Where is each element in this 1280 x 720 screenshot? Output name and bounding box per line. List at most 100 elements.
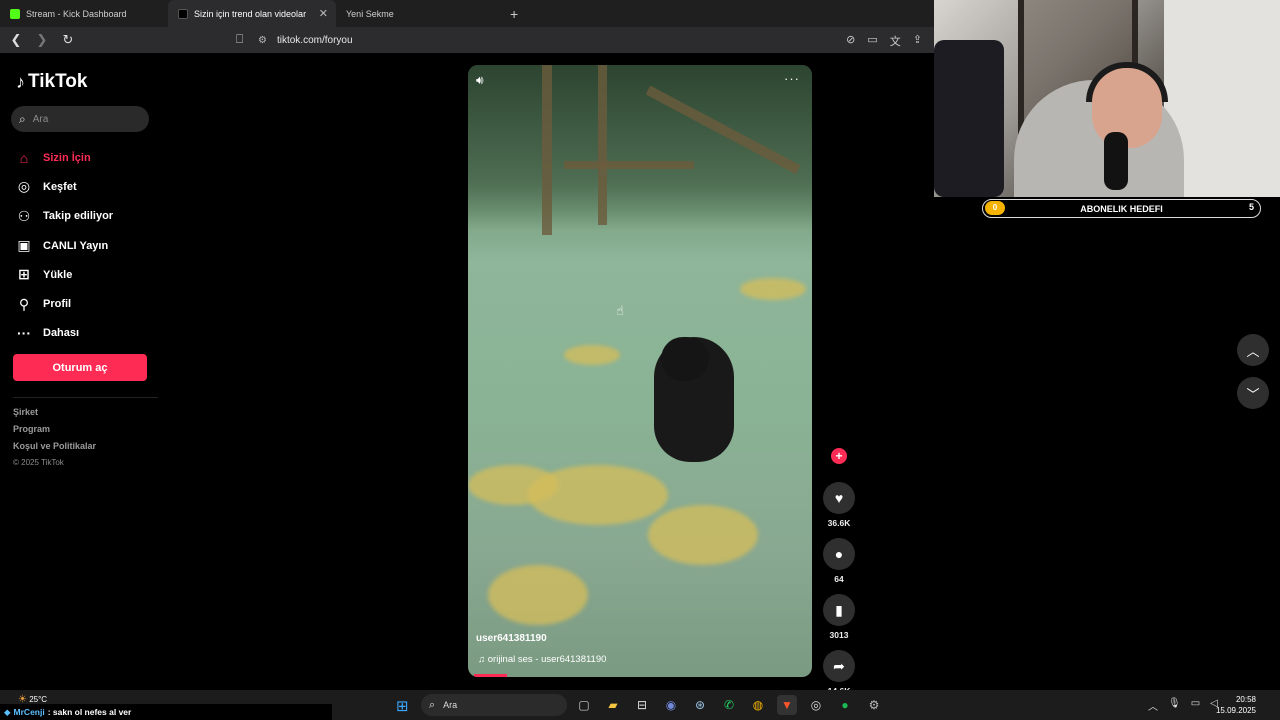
microphone-icon[interactable]: 🎙︎: [1168, 698, 1181, 713]
network-icon[interactable]: ▭: [1191, 698, 1200, 713]
forward-icon[interactable]: ❯: [32, 32, 52, 48]
sidebar-item-label: Keşfet: [43, 180, 77, 193]
share-icon[interactable]: ➦: [823, 650, 855, 682]
sidebar-item-label: Dahası: [43, 327, 80, 340]
spotify-icon[interactable]: ●: [835, 695, 855, 715]
search-input[interactable]: ⌕ Ara: [11, 106, 149, 132]
brave-icon[interactable]: ▼: [777, 695, 797, 715]
bookmark-icon[interactable]: ▮: [823, 594, 855, 626]
following-icon: ⚇: [17, 207, 31, 224]
discord-icon[interactable]: ◉: [661, 695, 681, 715]
url-field[interactable]: ⚙ tiktok.com/foryou: [258, 31, 353, 49]
subscription-goal-bar: 0 ABONELIK HEDEFI 5: [982, 199, 1261, 218]
webcam-overlay: [934, 0, 1280, 197]
webcam-scene: [934, 40, 1004, 197]
video-player[interactable]: 🔊︎ ··· user641381190 ♫ orijinal ses - us…: [468, 65, 812, 677]
new-tab-button[interactable]: +: [510, 6, 518, 22]
steam-icon[interactable]: ⊛: [690, 695, 710, 715]
site-info-icon[interactable]: ⚙: [258, 35, 267, 46]
taskbar-search[interactable]: ⌕ Ara: [421, 694, 567, 716]
tab-label: Yeni Sekme: [346, 8, 394, 19]
back-icon[interactable]: ❮: [6, 32, 26, 48]
tab-label: Stream - Kick Dashboard: [26, 8, 127, 19]
next-video-button[interactable]: ﹀: [1237, 377, 1269, 409]
tab-new-tab[interactable]: Yeni Sekme: [336, 0, 504, 27]
sidebar-item-more[interactable]: ··· Dahası: [15, 319, 113, 348]
hand-cursor-icon: ☝: [616, 303, 624, 318]
tiktok-logo[interactable]: ♪ TikTok: [16, 71, 87, 93]
share-icon[interactable]: ⇪: [913, 33, 922, 49]
sidebar-item-explore[interactable]: ◎ Keşfet: [15, 172, 113, 201]
chat-message: : sakn ol nefes al ver: [47, 707, 132, 717]
sidebar-item-for-you[interactable]: ⌂ Sizin İçin: [15, 143, 113, 172]
previous-video-button[interactable]: ︿: [1237, 334, 1269, 366]
comment-icon[interactable]: ●: [823, 538, 855, 570]
video-scene: [598, 65, 607, 225]
store-icon[interactable]: ⊟: [632, 695, 652, 715]
like-action: ♥ 36.6K: [822, 482, 856, 528]
microphone-icon: [1104, 132, 1128, 190]
clock-date: 15.09.2025: [1215, 706, 1256, 715]
sidebar-item-profile[interactable]: ⚲ Profil: [15, 289, 113, 318]
whatsapp-icon[interactable]: ✆: [719, 695, 739, 715]
reload-icon[interactable]: ↻: [58, 32, 78, 48]
volume-icon[interactable]: 🔊︎: [476, 73, 484, 88]
save-action: ▮ 3013: [822, 594, 856, 640]
url-text: tiktok.com/foryou: [276, 34, 353, 46]
screen: Stream - Kick Dashboard Sizin için trend…: [0, 0, 1280, 720]
sidebar-item-upload[interactable]: ⊞ Yükle: [15, 260, 113, 289]
search-placeholder: Ara: [32, 113, 49, 125]
video-scene: [648, 505, 758, 565]
tab-kick-dashboard[interactable]: Stream - Kick Dashboard: [0, 0, 168, 27]
windows-start-icon[interactable]: ⊞: [396, 697, 409, 715]
taskbar-clock[interactable]: 20:58 15.09.2025: [1216, 694, 1256, 716]
sidebar-item-following[interactable]: ⚇ Takip ediliyor: [15, 202, 113, 231]
video-scene: [488, 565, 588, 625]
tiktok-favicon-icon: [178, 8, 188, 19]
search-icon: ⌕: [429, 698, 436, 711]
video-username[interactable]: user641381190: [476, 633, 547, 644]
chevron-up-icon: ︿: [1246, 343, 1260, 359]
close-tab-icon[interactable]: ✕: [319, 7, 328, 20]
footer-link-program[interactable]: Program: [13, 424, 96, 434]
cast-icon[interactable]: ▭: [867, 33, 877, 49]
tiktok-logo-icon: ♪: [16, 71, 25, 92]
heart-icon[interactable]: ♥: [823, 482, 855, 514]
obs-icon[interactable]: ◎: [806, 695, 826, 715]
chat-username: MrCenji: [13, 707, 45, 717]
upload-icon: ⊞: [18, 266, 30, 283]
chrome-icon[interactable]: ◍: [748, 695, 768, 715]
video-scene: [740, 278, 806, 300]
translate-icon[interactable]: 文: [890, 33, 901, 49]
task-view-icon[interactable]: ▢: [574, 695, 594, 715]
video-progress-bar[interactable]: [474, 674, 507, 677]
settings-icon[interactable]: ⚙: [864, 695, 884, 715]
sidebar-item-live[interactable]: ▣ CANLI Yayın: [15, 231, 113, 260]
bookmark-icon[interactable]: ⎕: [236, 32, 243, 47]
windows-taskbar: ☀ 25°C ◆ MrCenji : sakn ol nefes al ver …: [0, 690, 1280, 720]
tab-tiktok[interactable]: Sizin için trend olan videolar ✕: [168, 0, 336, 27]
logo-text: TikTok: [28, 71, 88, 92]
system-tray: ︿ 🎙︎ ▭ ◁: [1148, 698, 1218, 713]
live-icon: ▣: [17, 237, 31, 254]
video-scene: [542, 65, 552, 235]
tracking-icon[interactable]: ⊘: [846, 33, 855, 49]
compass-icon: ◎: [17, 178, 31, 195]
video-sound[interactable]: ♫ orijinal ses - user641381190: [478, 654, 606, 665]
sidebar-item-label: Yükle: [43, 268, 73, 281]
footer-link-terms[interactable]: Koşul ve Politikalar: [13, 441, 96, 451]
file-explorer-icon[interactable]: ▰: [603, 695, 623, 715]
browser-toolbar-icons: ⊘ ▭ 文 ⇪: [846, 33, 922, 49]
login-button[interactable]: Oturum aç: [13, 354, 147, 381]
tray-expand-icon[interactable]: ︿: [1148, 698, 1158, 713]
home-icon: ⌂: [19, 149, 29, 166]
search-icon: ⌕: [19, 111, 26, 126]
footer-link-company[interactable]: Şirket: [13, 407, 96, 417]
comment-count: 64: [834, 574, 844, 584]
copyright: © 2025 TikTok: [13, 458, 64, 467]
sidebar-menu: ⌂ Sizin İçin ◎ Keşfet ⚇ Takip ediliyor ▣…: [15, 143, 113, 348]
tiktok-sidebar: ♪ TikTok ⌕ Ara ⌂ Sizin İçin ◎ Keşfet ⚇ T…: [0, 53, 160, 693]
more-options-icon[interactable]: ···: [784, 71, 800, 86]
follow-button[interactable]: +: [831, 448, 847, 464]
browser-address-bar: ❮ ❯ ↻ ⎕ ⚙ tiktok.com/foryou ⊘ ▭ 文 ⇪: [0, 27, 934, 53]
